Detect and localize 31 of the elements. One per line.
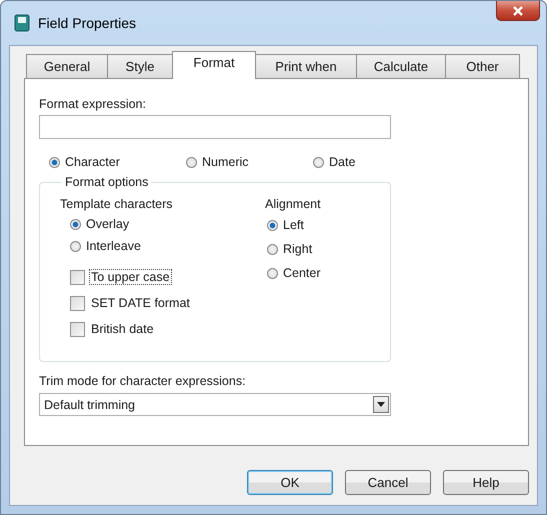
checkbox-option[interactable]: SET DATE format [70,290,265,316]
radio-option[interactable]: Date [313,151,356,173]
radio-option[interactable]: Right [267,237,321,261]
section-label: Template characters [60,197,174,211]
radio-option[interactable]: Overlay [70,213,265,235]
app-icon [14,14,30,32]
group-title: Format options [64,175,150,189]
tab[interactable]: Calculate [356,54,446,78]
radio-option[interactable]: Left [267,213,321,237]
radio-option[interactable]: Interleave [70,235,265,257]
radio-option[interactable]: Center [267,261,321,285]
field-label: Format expression: [39,97,147,111]
tab[interactable]: Format [172,51,256,79]
tab[interactable]: General [26,54,108,78]
checkbox-option[interactable]: British date [70,316,265,342]
window-title: Field Properties [38,15,138,31]
tab[interactable]: Other [445,54,520,78]
trim-mode-dropdown[interactable]: Default trimming [39,393,391,416]
radio-option[interactable]: Character [49,151,186,173]
field-label: Trim mode for character expressions: [39,374,247,388]
close-button[interactable] [496,1,540,21]
dialog-button[interactable]: OK [247,470,333,495]
radio-option[interactable]: Numeric [186,151,313,173]
checkbox-option[interactable]: To upper case [70,264,265,290]
format-expression-field[interactable] [39,115,391,139]
tab[interactable]: Style [107,54,173,78]
dialog-button[interactable]: Help [443,470,529,495]
tab[interactable]: Print when [255,54,357,78]
dialog-button[interactable]: Cancel [345,470,431,495]
section-label: Alignment [265,197,321,211]
close-icon [512,6,524,16]
